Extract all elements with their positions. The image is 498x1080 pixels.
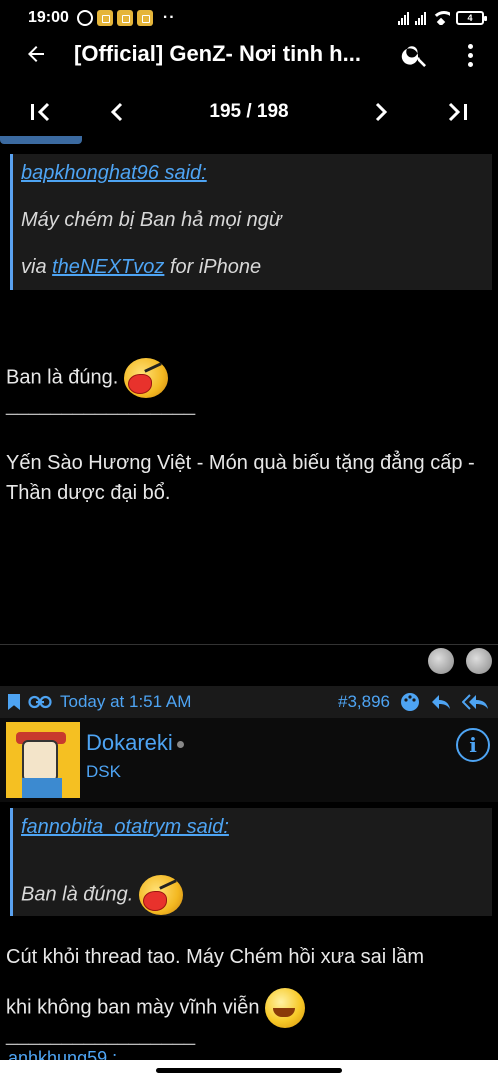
more-options-button[interactable]	[458, 40, 482, 70]
via-app-link[interactable]: theNEXTvoz	[52, 256, 164, 278]
smile-emoji-icon	[265, 988, 306, 1028]
quote-block[interactable]: bapkhonghat96 said: Máy chém bị Ban hả m…	[10, 154, 492, 290]
online-status-dot	[176, 740, 184, 748]
back-button[interactable]	[12, 36, 60, 72]
more-vert-icon	[467, 43, 473, 49]
username[interactable]: Dokareki	[86, 730, 184, 756]
chevron-right-icon	[375, 102, 387, 122]
first-page-icon	[31, 102, 50, 122]
chevron-left-icon	[111, 102, 123, 122]
quote-author-link[interactable]: fannobita_otatrym said:	[21, 816, 484, 839]
last-page-icon	[448, 102, 467, 122]
back-arrow-icon	[28, 46, 44, 62]
page-indicator[interactable]: 195 / 198	[209, 101, 288, 123]
next-quote-author-link[interactable]: anhkhung59 :	[8, 1048, 117, 1060]
post-body-line: Cút khỏi thread tao. Máy Chém hồi xưa sa…	[6, 946, 425, 968]
status-time: 19:00	[28, 9, 69, 26]
post-time: Today at 1:51 AM	[60, 692, 192, 711]
palette-icon[interactable]	[400, 692, 420, 712]
avatar[interactable]	[6, 722, 80, 798]
post-divider	[0, 644, 498, 645]
pagination-center: 195 / 198	[103, 97, 394, 127]
search-icon	[401, 46, 426, 67]
bookmark-icon[interactable]	[8, 694, 20, 710]
post-user-row: Dokareki DSK i	[0, 718, 498, 802]
quote-block[interactable]: fannobita_otatrym said: Ban là đúng.	[10, 808, 492, 916]
signature-separator: _________________	[6, 394, 196, 416]
app-bar: [Official] GenZ- Nơi tinh h...	[0, 36, 498, 72]
next-page-button[interactable]	[367, 97, 395, 127]
info-icon[interactable]: i	[456, 728, 490, 762]
quote-text: Ban là đúng.	[21, 875, 484, 915]
status-bar: 19:00 ·· 4	[0, 0, 498, 36]
reaction-icon[interactable]	[428, 648, 454, 674]
signature-separator: _________________	[6, 1024, 196, 1046]
alarm-icon	[76, 10, 93, 26]
post-number[interactable]: #3,896	[338, 692, 390, 712]
quote-via: via theNEXTvoz for iPhone	[21, 256, 262, 278]
last-page-button[interactable]	[442, 97, 470, 127]
battery-icon: 4	[456, 11, 487, 25]
first-page-button[interactable]	[28, 97, 56, 127]
prev-page-button[interactable]	[103, 97, 131, 127]
home-indicator[interactable]	[156, 1068, 342, 1073]
quote-author-link[interactable]: bapkhonghat96 said:	[21, 162, 484, 185]
signature-text: Yến Sào Hương Việt - Món quà biếu tặng đ…	[6, 452, 475, 504]
signal-icon	[415, 11, 426, 25]
pagination-bar: 195 / 198	[0, 88, 498, 136]
reaction-row	[428, 648, 492, 674]
more-dots-icon: ··	[162, 9, 176, 26]
post-header: Today at 1:51 AM #3,896	[0, 686, 498, 718]
reaction-icon[interactable]	[466, 648, 492, 674]
status-notification-icons: ··	[76, 9, 176, 27]
app-notification-icon	[96, 10, 113, 26]
post-header-left: Today at 1:51 AM	[8, 692, 191, 712]
app-notification-icon	[116, 10, 133, 26]
wifi-icon	[432, 11, 450, 25]
gesture-nav-bar	[0, 1060, 498, 1080]
link-icon[interactable]	[28, 695, 52, 709]
app-notification-icon	[136, 10, 153, 26]
signal-icon	[398, 11, 409, 25]
reply-all-icon[interactable]	[462, 693, 490, 711]
search-button[interactable]	[400, 40, 430, 70]
user-title: DSK	[86, 762, 121, 781]
thread-content[interactable]: bapkhonghat96 said: Máy chém bị Ban hả m…	[0, 136, 498, 1060]
reply-icon[interactable]	[430, 693, 452, 711]
post-header-right: #3,896	[338, 692, 490, 712]
status-system-icons: 4	[398, 11, 487, 25]
previous-post-edge	[0, 136, 82, 144]
quote-text: Máy chém bị Ban hả mọi ngừ	[21, 209, 282, 231]
thread-title: [Official] GenZ- Nơi tinh h...	[74, 41, 361, 66]
angry-emoji-icon	[138, 875, 183, 915]
